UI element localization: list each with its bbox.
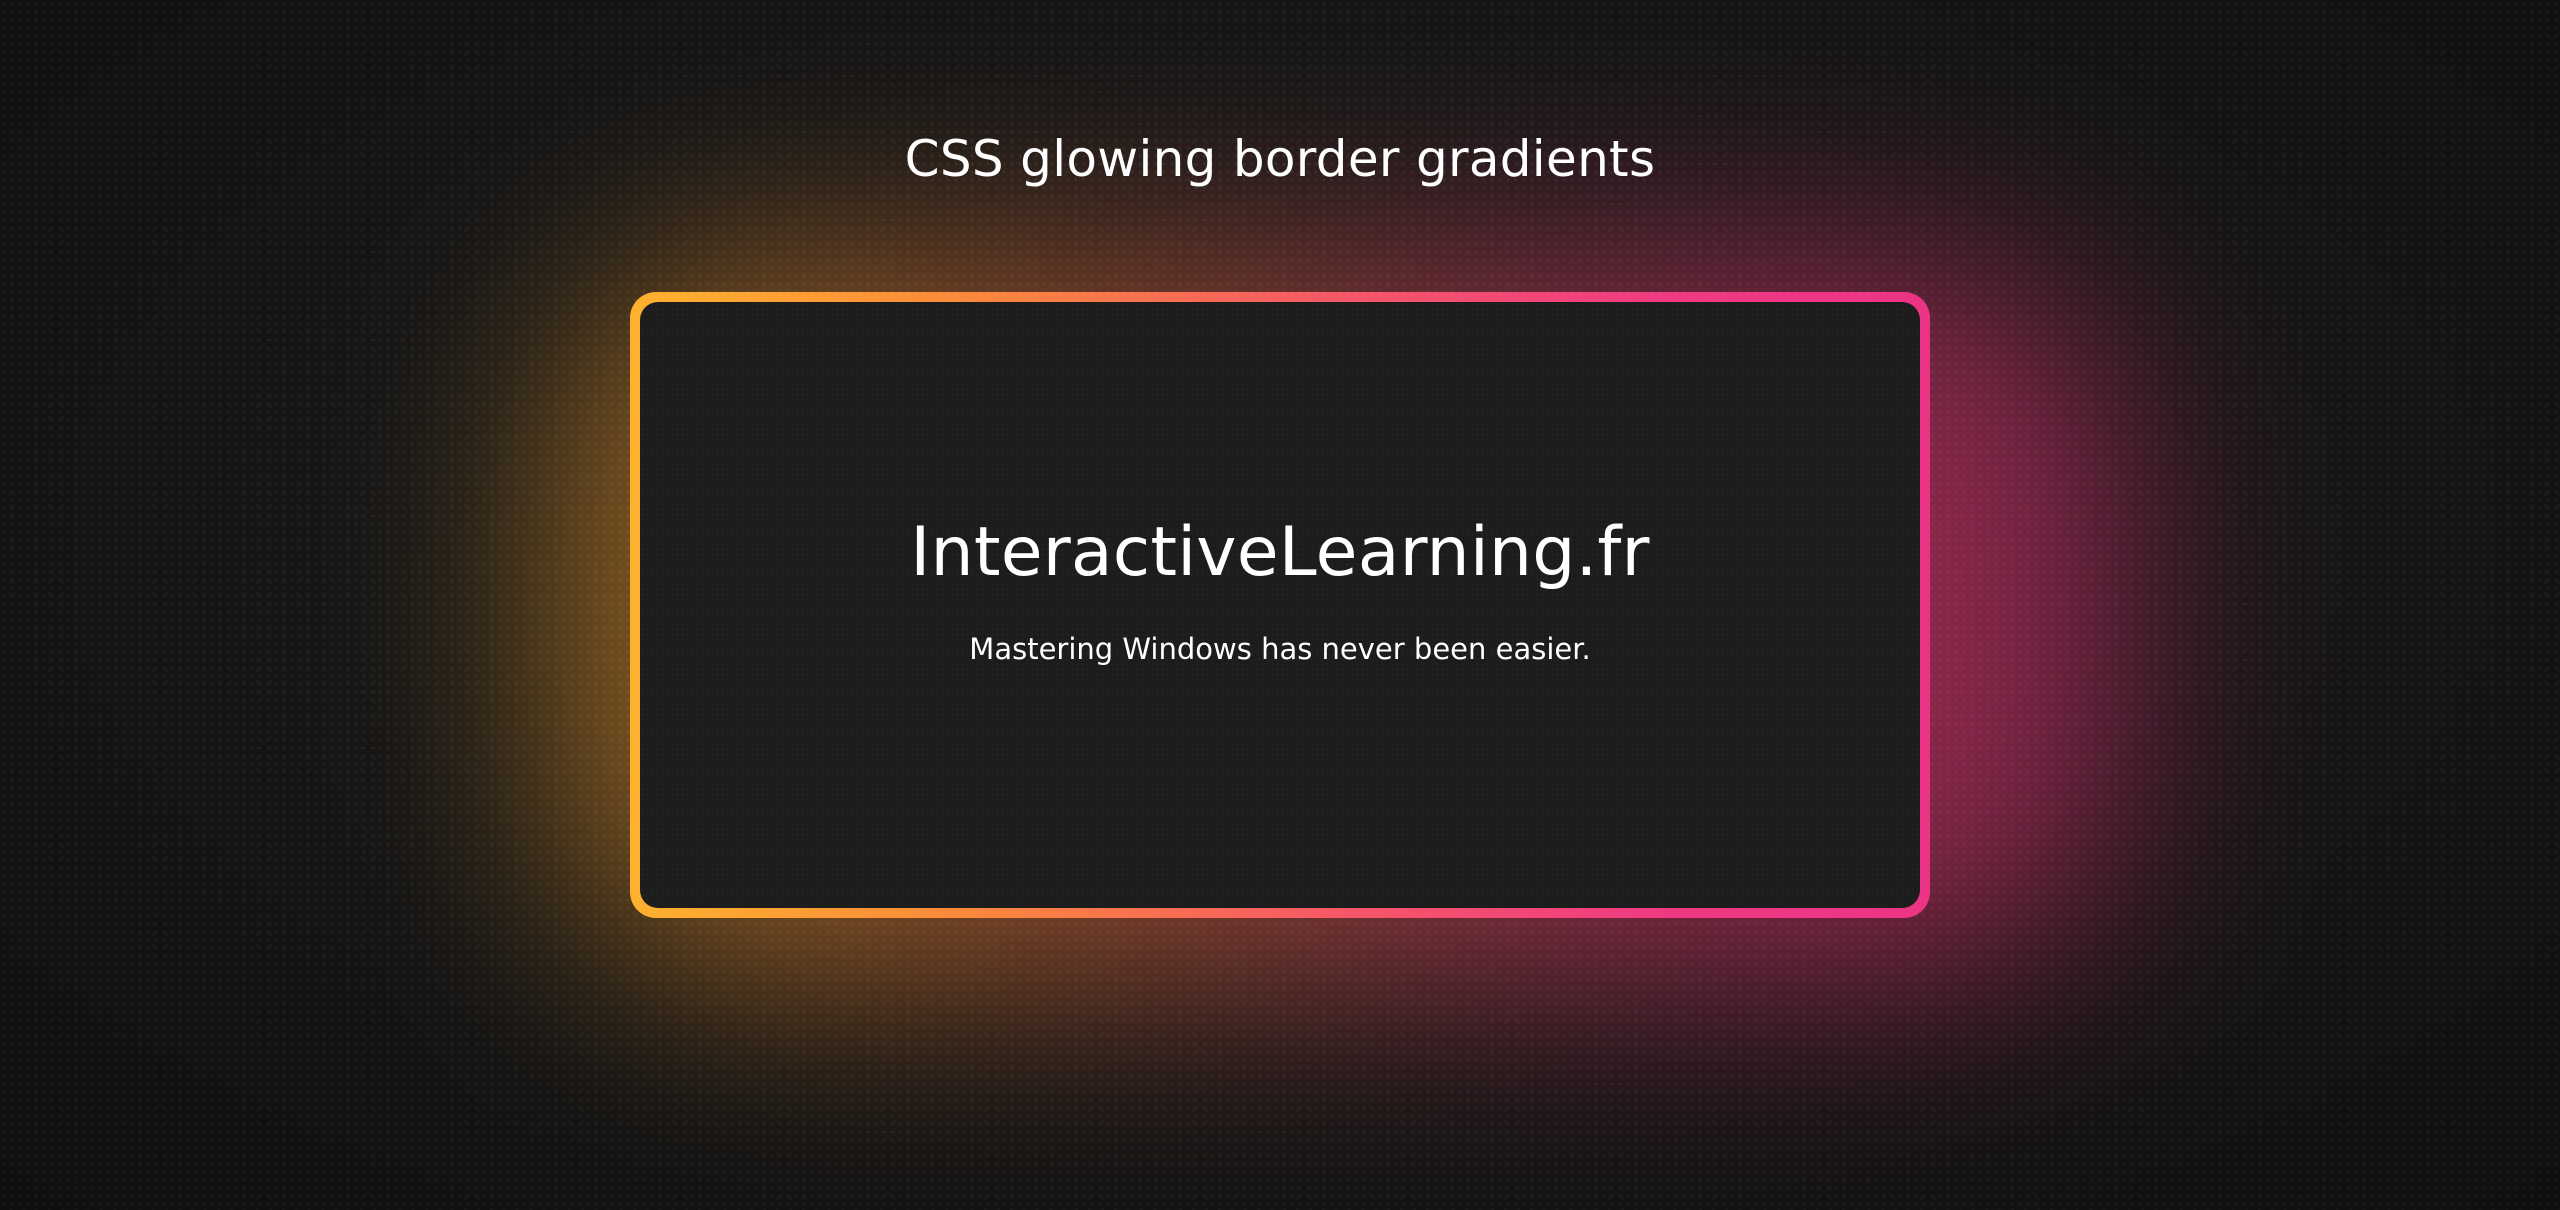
card-title: InteractiveLearning.fr bbox=[910, 512, 1650, 592]
gradient-border-card: InteractiveLearning.fr Mastering Windows… bbox=[630, 292, 1930, 918]
card-subtitle: Mastering Windows has never been easier. bbox=[969, 631, 1591, 666]
card-body: InteractiveLearning.fr Mastering Windows… bbox=[640, 302, 1920, 908]
page-heading: CSS glowing border gradients bbox=[904, 130, 1656, 188]
page-background: CSS glowing border gradients Interactive… bbox=[0, 0, 2560, 1210]
